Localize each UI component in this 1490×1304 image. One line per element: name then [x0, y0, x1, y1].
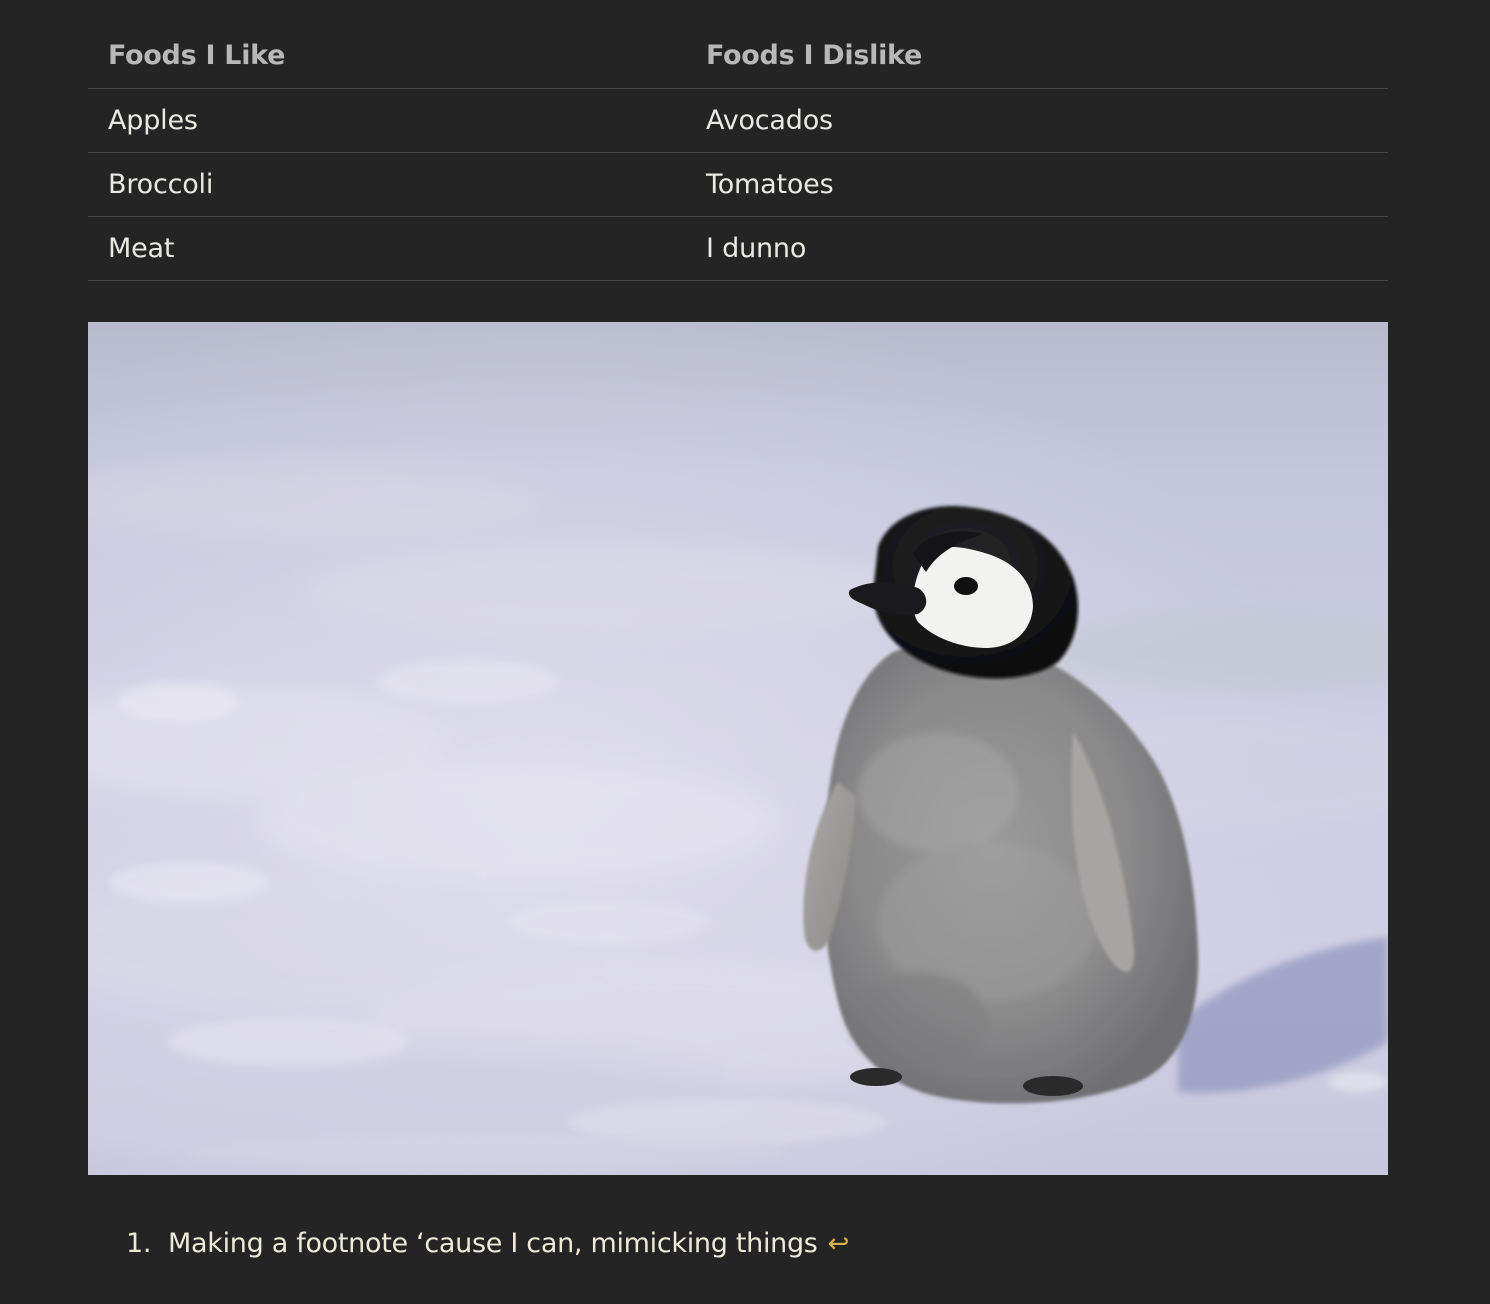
markdown-preview: Foods I Like Foods I Dislike Apples Avoc… — [0, 0, 1490, 1304]
table-cell: Avocados — [686, 88, 1388, 153]
table-cell: I dunno — [686, 216, 1388, 281]
table-cell: Tomatoes — [686, 152, 1388, 217]
table-row: Broccoli Tomatoes — [88, 152, 1388, 217]
foods-table: Foods I Like Foods I Dislike Apples Avoc… — [88, 24, 1388, 281]
table-cell: Meat — [88, 216, 686, 281]
table-header-cell: Foods I Dislike — [686, 24, 1388, 89]
footnote-text: Making a footnote ‘cause I can, mimickin… — [168, 1228, 818, 1259]
footnote-list: 1. Making a footnote ‘cause I can, mimic… — [126, 1228, 849, 1259]
table-header-row: Foods I Like Foods I Dislike — [88, 24, 1388, 89]
table-header-cell: Foods I Like — [88, 24, 686, 89]
table-cell: Broccoli — [88, 152, 686, 217]
table-row: Meat I dunno — [88, 216, 1388, 281]
table-row: Apples Avocados — [88, 88, 1388, 153]
table-cell: Apples — [88, 88, 686, 153]
return-arrow-icon[interactable]: ↩ — [828, 1229, 850, 1259]
penguin-image — [88, 322, 1388, 1175]
footnote-number: 1. — [126, 1228, 152, 1259]
